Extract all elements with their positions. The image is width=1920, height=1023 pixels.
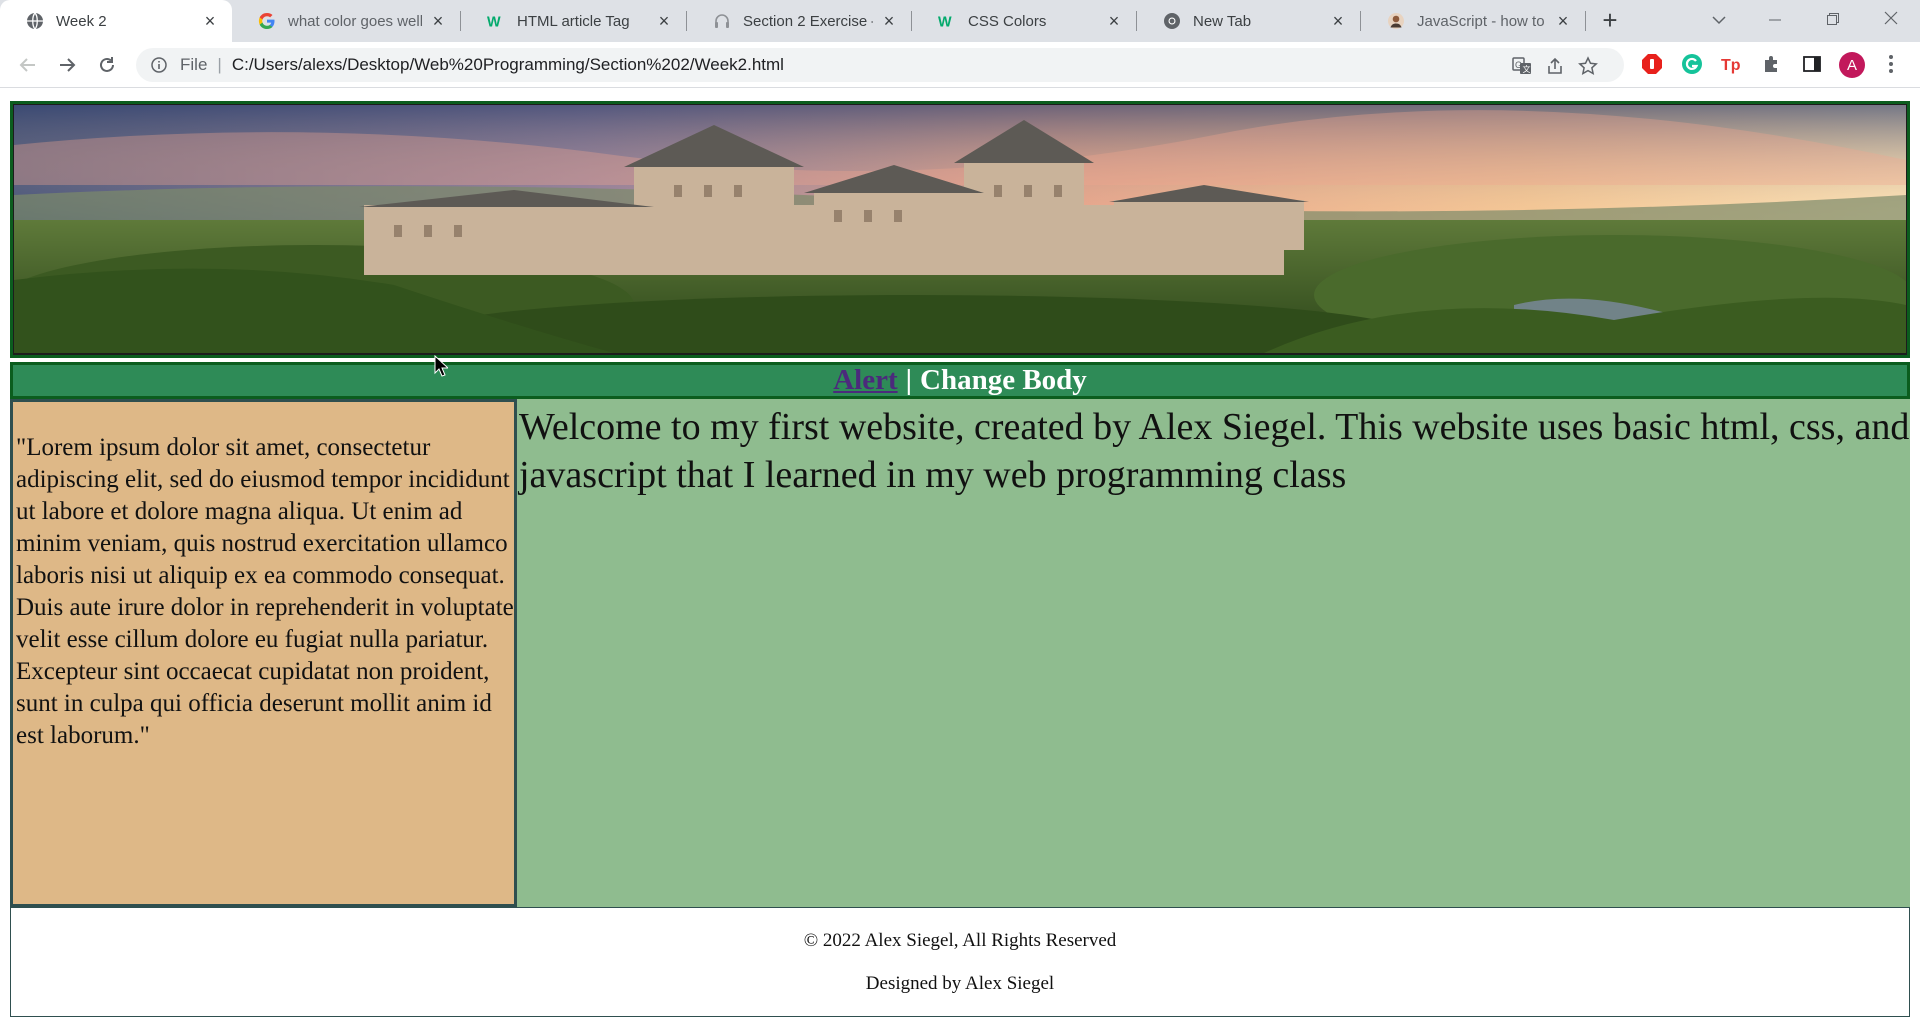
reload-button[interactable] xyxy=(93,51,121,79)
tab-search-button[interactable] xyxy=(1696,6,1742,34)
browser-toolbar: File | C:/Users/alexs/Desktop/Web%20Prog… xyxy=(0,42,1920,88)
more-menu-icon[interactable] xyxy=(1880,53,1902,75)
arrow-left-icon xyxy=(19,58,35,72)
puzzle-icon[interactable] xyxy=(1761,53,1783,75)
header-banner xyxy=(10,101,1910,358)
web-page: Alert | Change Body "Lorem ipsum dolor s… xyxy=(0,89,1920,1023)
tab-new-tab[interactable]: New Tab × xyxy=(1137,0,1360,42)
close-icon[interactable]: × xyxy=(1555,12,1571,30)
url-divider: | xyxy=(217,55,222,74)
google-icon xyxy=(258,12,276,30)
back-button[interactable] xyxy=(14,51,42,79)
star-icon[interactable] xyxy=(1578,56,1598,76)
main-content: Welcome to my first website, created by … xyxy=(517,399,1910,907)
arrow-right-icon xyxy=(60,58,76,72)
mouse-cursor-icon xyxy=(434,355,448,377)
avatar-icon xyxy=(1387,12,1405,30)
chevron-down-icon xyxy=(1712,16,1726,25)
tab-label: what color goes well w xyxy=(288,12,422,30)
close-icon[interactable]: × xyxy=(202,12,218,30)
new-tab-button[interactable]: + xyxy=(1596,7,1624,33)
tab-label: Section 2 Exercise – Te xyxy=(743,12,873,30)
tab-html-article[interactable]: W HTML article Tag × xyxy=(461,0,686,42)
sidebar-lorem: "Lorem ipsum dolor sit amet, consectetur… xyxy=(10,399,517,907)
nav-separator: | xyxy=(905,364,912,396)
info-icon[interactable] xyxy=(150,56,168,74)
page-footer: © 2022 Alex Siegel, All Rights Reserved … xyxy=(10,907,1910,1017)
adblock-icon[interactable] xyxy=(1641,53,1663,75)
w3schools-icon: W xyxy=(487,12,505,30)
designer-credit: Designed by Alex Siegel xyxy=(865,973,1055,994)
address-bar[interactable]: File | C:/Users/alexs/Desktop/Web%20Prog… xyxy=(136,48,1624,82)
svg-text:W: W xyxy=(938,14,952,29)
tab-javascript-question[interactable]: JavaScript - how to ch × xyxy=(1361,0,1585,42)
window-close-button[interactable] xyxy=(1868,6,1914,34)
headphones-icon xyxy=(713,12,731,30)
sidebar-text: "Lorem ipsum dolor sit amet, consectetur… xyxy=(16,434,514,749)
close-icon xyxy=(1884,11,1898,25)
tab-strip: Week 2 × what color goes well w × W HTML… xyxy=(0,0,1920,42)
close-icon[interactable]: × xyxy=(1106,12,1122,30)
close-icon[interactable]: × xyxy=(656,12,672,30)
forward-button[interactable] xyxy=(53,51,81,79)
url-text[interactable]: C:/Users/alexs/Desktop/Web%20Programming… xyxy=(232,55,784,75)
translate-icon[interactable]: G文 xyxy=(1512,56,1532,76)
side-panel-icon[interactable] xyxy=(1801,53,1823,75)
grammarly-icon[interactable] xyxy=(1681,53,1703,75)
close-icon[interactable]: × xyxy=(1330,12,1346,30)
chrome-icon xyxy=(1163,12,1181,30)
tp-extension-icon[interactable]: Tp xyxy=(1721,53,1743,75)
svg-text:W: W xyxy=(487,14,501,29)
alert-link[interactable]: Alert xyxy=(833,364,897,397)
restore-button[interactable] xyxy=(1810,6,1856,34)
tab-label: New Tab xyxy=(1193,12,1252,30)
tab-section-2-exercise[interactable]: Section 2 Exercise – Te × xyxy=(687,0,911,42)
globe-icon xyxy=(26,12,44,30)
tab-label: Week 2 xyxy=(56,12,107,30)
welcome-text: Welcome to my first website, created by … xyxy=(519,406,1910,496)
profile-avatar[interactable]: A xyxy=(1839,52,1865,78)
tab-color-search[interactable]: what color goes well w × xyxy=(232,0,460,42)
copyright-text: © 2022 Alex Siegel, All Rights Reserved xyxy=(803,930,1117,951)
minimize-icon xyxy=(1769,19,1781,21)
reload-icon xyxy=(100,57,114,72)
tab-label: CSS Colors xyxy=(968,12,1047,30)
change-body-button[interactable]: Change Body xyxy=(920,364,1087,397)
close-icon[interactable]: × xyxy=(881,12,897,30)
restore-icon xyxy=(1827,13,1839,25)
tab-divider xyxy=(1585,11,1586,31)
tab-week-2[interactable]: Week 2 × xyxy=(0,0,232,42)
w3schools-icon: W xyxy=(938,12,956,30)
tab-label: JavaScript - how to ch xyxy=(1417,12,1547,30)
minimize-button[interactable] xyxy=(1752,6,1798,34)
nav-bar: Alert | Change Body xyxy=(10,362,1910,399)
svg-text:文: 文 xyxy=(1523,64,1531,74)
share-icon[interactable] xyxy=(1545,56,1565,76)
close-icon[interactable]: × xyxy=(430,12,446,30)
tab-css-colors[interactable]: W CSS Colors × xyxy=(912,0,1136,42)
tab-label: HTML article Tag xyxy=(517,12,630,30)
svg-text:Tp: Tp xyxy=(1721,57,1741,74)
castle-banner-image xyxy=(14,105,1906,353)
url-scheme: File xyxy=(180,55,208,74)
